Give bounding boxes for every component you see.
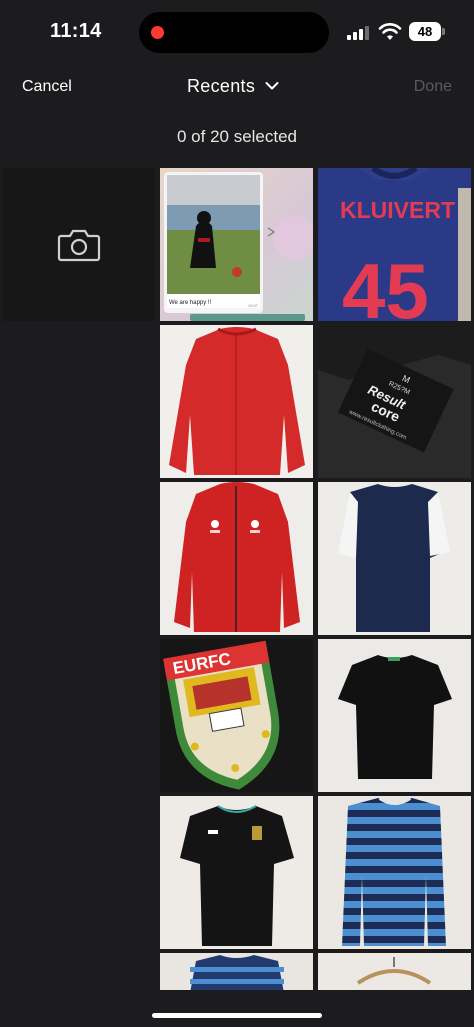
- photo-thumbnail-black-tshirt[interactable]: [318, 639, 471, 792]
- home-indicator[interactable]: [152, 1013, 322, 1018]
- camera-icon: [57, 229, 100, 261]
- chat-caption: We are happy !!: [169, 300, 212, 306]
- selection-count: 0 of 20 selected: [176, 127, 298, 146]
- chat-time: 19:07: [248, 303, 259, 308]
- photo-thumbnail-kluivert-shirt[interactable]: KLUIVERT 45: [318, 168, 471, 321]
- shirt-name: KLUIVERT: [340, 197, 455, 223]
- photo-thumbnail-dog-chat[interactable]: We are happy !! 19:07: [160, 168, 313, 321]
- photo-thumbnail-black-vx3-shirt[interactable]: [160, 796, 313, 949]
- album-title: Recents: [187, 75, 256, 96]
- status-time: 11:14: [50, 20, 102, 42]
- cancel-button[interactable]: Cancel: [22, 78, 72, 96]
- photo-thumbnail-navy-shirt[interactable]: [318, 482, 471, 635]
- wifi-icon: [378, 23, 402, 40]
- chevron-down-icon: [265, 82, 279, 90]
- status-bar: 11:14 48: [0, 0, 474, 64]
- camera-button[interactable]: [2, 168, 155, 321]
- photo-thumbnail-red-jacket[interactable]: [160, 325, 313, 478]
- shirt-number: 45: [342, 247, 429, 321]
- done-button[interactable]: Done: [414, 78, 452, 96]
- battery-cap: [442, 28, 445, 35]
- picker-header: Cancel Recents Done 0 of 20 selected: [0, 64, 474, 166]
- photo-thumbnail-result-label[interactable]: M R25?M Result core www.resultclothing.c…: [318, 325, 471, 478]
- photo-thumbnail-partial-2[interactable]: [318, 953, 471, 990]
- photo-thumbnail-striped-rugby-shirt[interactable]: [318, 796, 471, 949]
- photo-thumbnail-partial-1[interactable]: [160, 953, 313, 990]
- photo-thumbnail-red-zip-jacket[interactable]: [160, 482, 313, 635]
- photo-grid: We are happy !! 19:07 KLUIVERT 45 M R25?…: [0, 166, 474, 990]
- battery-icon: 48: [409, 22, 441, 41]
- photo-thumbnail-eurfc-badge[interactable]: EURFC: [160, 639, 313, 792]
- dynamic-island: [139, 12, 329, 53]
- recording-indicator-icon: [151, 26, 164, 39]
- cellular-signal-icon: [347, 26, 371, 40]
- album-selector[interactable]: Recents: [187, 74, 279, 98]
